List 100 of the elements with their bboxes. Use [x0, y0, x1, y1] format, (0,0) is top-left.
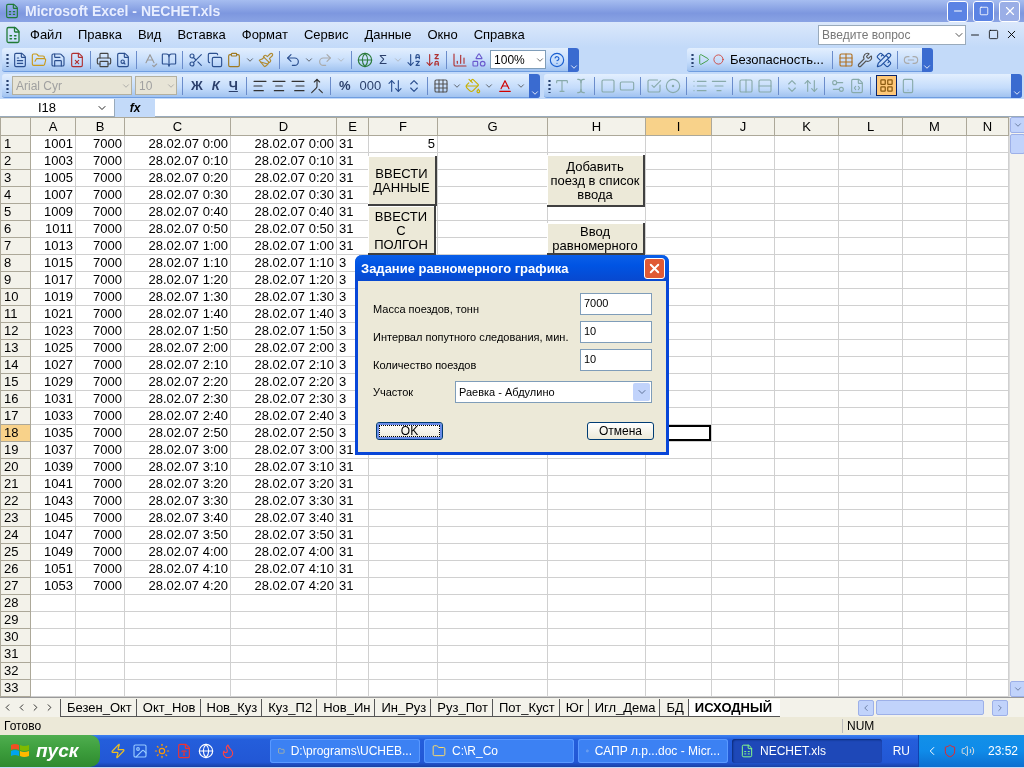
column-header[interactable]: J [711, 117, 775, 136]
table-cell[interactable]: 1041 [30, 475, 76, 493]
table-cell[interactable]: 28.02.07 3:10 [230, 458, 337, 476]
print-preview-icon[interactable] [115, 51, 131, 68]
menu-item[interactable]: Справка [465, 27, 533, 42]
table-cell[interactable]: 1011 [30, 220, 76, 238]
spreadsheet-icon[interactable] [740, 744, 754, 758]
thousands-button[interactable]: 000 [356, 78, 385, 93]
table-cell[interactable]: 28.02.07 1:30 [230, 288, 337, 306]
table-cell[interactable]: 28.02.07 0:20 [124, 169, 231, 187]
shapes-icon[interactable] [471, 51, 488, 68]
combo-dropdown-icon[interactable] [757, 77, 774, 94]
table-cell[interactable]: 31 [336, 560, 369, 578]
spellcheck-icon[interactable] [142, 51, 158, 68]
horizontal-scrollbar[interactable] [858, 699, 1008, 716]
table-cell[interactable]: 28.02.07 2:50 [230, 424, 337, 442]
table-cell[interactable]: 28.02.07 3:50 [230, 526, 337, 544]
scroll-thumb[interactable] [1010, 134, 1024, 154]
font-color-icon[interactable] [497, 77, 514, 94]
table-cell[interactable]: 31 [336, 492, 369, 510]
document-icon[interactable] [176, 743, 192, 759]
book-icon[interactable] [161, 51, 177, 68]
table-cell[interactable]: 28.02.07 0:30 [124, 186, 231, 204]
table-cell[interactable]: 28.02.07 4:00 [124, 543, 231, 561]
taskbar-button[interactable]: NECHET.xls [732, 739, 882, 763]
table-cell[interactable]: 28.02.07 2:20 [230, 373, 337, 391]
speaker-icon[interactable] [961, 744, 975, 758]
toggle-grid-button[interactable] [876, 75, 898, 96]
spreadsheet-icon[interactable] [4, 3, 20, 19]
help-search-field[interactable]: Введите вопрос [818, 24, 966, 45]
minimize-button[interactable] [947, 0, 968, 22]
table-cell[interactable]: 28.02.07 3:20 [230, 475, 337, 493]
toolbox-icon[interactable] [837, 51, 854, 68]
sheet-button[interactable]: Добавить поезд в список ввода [547, 155, 645, 207]
column-header[interactable]: D [230, 117, 337, 136]
table-cell[interactable]: 1033 [30, 407, 76, 425]
table-cell[interactable]: 31 [336, 135, 369, 153]
table-cell[interactable]: 7000 [75, 186, 125, 204]
bar-chart-icon[interactable] [452, 51, 469, 68]
table-cell[interactable]: 7000 [75, 203, 125, 221]
table-cell[interactable]: 7000 [75, 169, 125, 187]
table-cell[interactable]: 28.02.07 1:00 [230, 237, 337, 255]
table-cell[interactable]: 28.02.07 3:00 [124, 441, 231, 459]
borders-icon[interactable] [433, 77, 450, 94]
table-cell[interactable]: 1021 [30, 305, 76, 323]
table-cell[interactable]: 31 [336, 577, 369, 595]
table-cell[interactable]: 7000 [75, 373, 125, 391]
spreadsheet-icon[interactable] [4, 25, 22, 44]
table-cell[interactable]: 28.02.07 2:40 [230, 407, 337, 425]
menu-item[interactable]: Формат [233, 27, 296, 42]
table-cell[interactable]: 28.02.07 4:20 [124, 577, 231, 595]
percent-button[interactable]: % [335, 78, 354, 93]
column-header[interactable]: I [645, 117, 712, 136]
menu-item[interactable]: Правка [69, 27, 130, 42]
new-file-icon[interactable] [12, 51, 28, 68]
zoom-field[interactable]: 100% [490, 50, 547, 69]
toolbar-options-icon[interactable] [529, 73, 541, 98]
table-cell[interactable]: 28.02.07 3:00 [230, 441, 337, 459]
table-cell[interactable]: 28.02.07 0:00 [230, 135, 337, 153]
edit-code-icon[interactable] [849, 77, 866, 94]
column-header[interactable]: K [774, 117, 839, 136]
toolbar-grip[interactable] [691, 52, 695, 67]
column-header[interactable]: H [547, 117, 646, 136]
merge-icon[interactable] [308, 77, 325, 94]
table-cell[interactable]: 28.02.07 2:10 [230, 356, 337, 374]
printer-icon[interactable] [96, 51, 112, 68]
dropdown-field[interactable]: Раевка - Абдулино [455, 381, 652, 403]
flame-icon[interactable] [220, 743, 236, 759]
taskbar-button[interactable]: C:\R_Co [424, 739, 574, 763]
scroll-left-icon[interactable] [861, 702, 871, 713]
sheet-tab[interactable]: ИСХОДНЫЙ [687, 698, 781, 717]
sheet-button[interactable]: ВВЕСТИ С ПОЛГОН [368, 206, 436, 255]
table-cell[interactable]: 28.02.07 4:20 [230, 577, 337, 595]
table-cell[interactable]: 28.02.07 0:00 [124, 135, 231, 153]
table-cell[interactable]: 7000 [75, 152, 125, 170]
taskbar-button[interactable]: САПР л.р...doc - Micr... [578, 739, 728, 763]
table-cell[interactable]: 1007 [30, 186, 76, 204]
folder-icon[interactable] [432, 744, 446, 758]
table-cell[interactable]: 1019 [30, 288, 76, 306]
table-cell[interactable]: 28.02.07 2:50 [124, 424, 231, 442]
restore-button[interactable] [973, 0, 994, 22]
start-button[interactable]: пуск [0, 735, 100, 767]
table-cell[interactable]: 1039 [30, 458, 76, 476]
table-cell[interactable]: 1049 [30, 543, 76, 561]
table-cell[interactable]: 28.02.07 2:30 [124, 390, 231, 408]
menu-item[interactable]: Окно [419, 27, 466, 42]
group-box-icon[interactable] [600, 77, 617, 94]
table-cell[interactable]: 7000 [75, 424, 125, 442]
scroll-up-icon[interactable] [1013, 120, 1023, 130]
column-header[interactable]: B [75, 117, 125, 136]
scroll-thumb[interactable] [876, 700, 984, 715]
table-cell[interactable]: 7000 [75, 560, 125, 578]
globe-icon[interactable] [357, 51, 373, 68]
table-cell[interactable]: 7000 [75, 475, 125, 493]
dialog-button[interactable]: OK [376, 422, 443, 440]
italic-button[interactable]: К [208, 78, 223, 93]
table-cell[interactable]: 5 [368, 135, 438, 153]
taskbar-button[interactable]: D:\programs\UCHEB... [270, 739, 420, 763]
table-cell[interactable]: 7000 [75, 407, 125, 425]
toolbar-options-icon[interactable] [921, 47, 933, 72]
